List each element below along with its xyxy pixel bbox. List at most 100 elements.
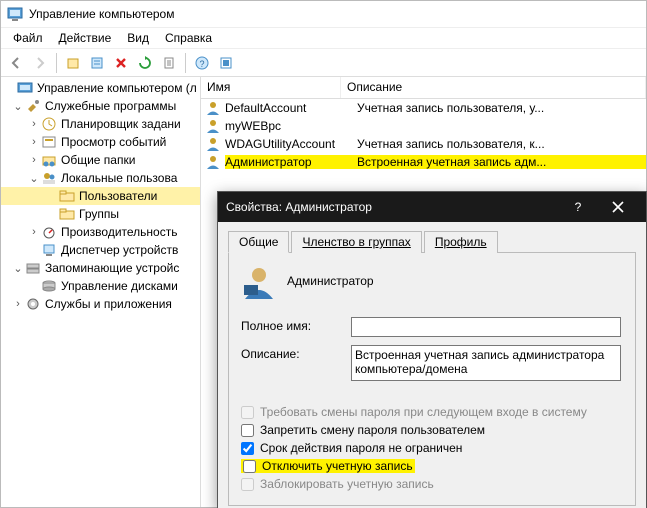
menu-action[interactable]: Действие — [51, 29, 120, 47]
check-neverexpires[interactable]: Срок действия пароля не ограничен — [241, 441, 623, 455]
tree-disk-mgmt[interactable]: Управление дисками — [1, 277, 200, 295]
window-title: Управление компьютером — [29, 7, 174, 21]
tree-label: Служебные программы — [45, 99, 176, 113]
cell-name: DefaultAccount — [225, 101, 357, 115]
back-button[interactable] — [5, 52, 27, 74]
description-input[interactable] — [351, 345, 621, 381]
user-header: Администратор — [241, 263, 623, 299]
column-description[interactable]: Описание — [341, 77, 646, 98]
twisty-closed-icon[interactable]: › — [27, 118, 41, 130]
tree-system-tools[interactable]: ⌄ Служебные программы — [1, 97, 200, 115]
help-button[interactable]: ? — [191, 52, 213, 74]
twisty-open-icon[interactable]: ⌄ — [11, 262, 25, 275]
check-mustchange: Требовать смены пароля при следующем вхо… — [241, 405, 623, 419]
check-label: Требовать смены пароля при следующем вхо… — [260, 405, 587, 419]
tab-general[interactable]: Общие — [228, 231, 289, 253]
tree-users[interactable]: Пользователи — [1, 187, 200, 205]
menu-file[interactable]: Файл — [5, 29, 51, 47]
tree-label: Запоминающие устройс — [45, 261, 179, 275]
check-locked: Заблокировать учетную запись — [241, 477, 623, 491]
twisty-closed-icon[interactable]: › — [11, 298, 25, 310]
tree-performance[interactable]: › Производительность — [1, 223, 200, 241]
user-icon — [205, 154, 221, 170]
device-icon — [41, 242, 57, 258]
check-disabled[interactable]: Отключить учетную запись — [241, 459, 623, 473]
checkbox-mustchange — [241, 406, 254, 419]
tree-label: Службы и приложения — [45, 297, 172, 311]
clock-icon — [41, 116, 57, 132]
list-row[interactable]: myWEBpc — [201, 117, 646, 135]
folder-icon — [59, 188, 75, 204]
user-icon — [205, 118, 221, 134]
close-button[interactable] — [598, 192, 638, 222]
list-row[interactable]: DefaultAccount Учетная запись пользовате… — [201, 99, 646, 117]
checkbox-neverexpires[interactable] — [241, 442, 254, 455]
list-row[interactable]: Администратор Встроенная учетная запись … — [201, 153, 646, 171]
title-bar: Управление компьютером — [1, 1, 646, 27]
description-row: Описание: — [241, 345, 623, 381]
list-header: Имя Описание — [201, 77, 646, 99]
tree-services[interactable]: › Службы и приложения — [1, 295, 200, 313]
new-button[interactable] — [62, 52, 84, 74]
twisty-closed-icon[interactable]: › — [27, 226, 41, 238]
tree-label: Управление компьютером (л — [37, 81, 197, 95]
disk-icon — [41, 278, 57, 294]
tree-label: Управление дисками — [61, 279, 178, 293]
tab-profile[interactable]: Профиль — [424, 231, 498, 253]
event-icon — [41, 134, 57, 150]
cell-desc: Учетная запись пользователя, к... — [357, 137, 646, 151]
toolbar: ? — [1, 49, 646, 77]
tree-label: Общие папки — [61, 153, 135, 167]
tree-root[interactable]: Управление компьютером (л — [1, 79, 200, 97]
list-row[interactable]: WDAGUtilityAccount Учетная запись пользо… — [201, 135, 646, 153]
menu-bar: Файл Действие Вид Справка — [1, 27, 646, 49]
dialog-body: Общие Членство в группах Профиль Админис… — [218, 222, 646, 508]
storage-icon — [25, 260, 41, 276]
tree-event-viewer[interactable]: › Просмотр событий — [1, 133, 200, 151]
user-icon — [205, 136, 221, 152]
menu-help[interactable]: Справка — [157, 29, 220, 47]
forward-button[interactable] — [29, 52, 51, 74]
tree-task-scheduler[interactable]: › Планировщик задани — [1, 115, 200, 133]
tab-memberof[interactable]: Членство в группах — [291, 231, 421, 253]
cell-name: WDAGUtilityAccount — [225, 137, 357, 151]
tree-label: Группы — [79, 207, 119, 221]
dialog-title-bar[interactable]: Свойства: Администратор ? — [218, 192, 646, 222]
checkbox-cannotchange[interactable] — [241, 424, 254, 437]
help-button[interactable]: ? — [558, 192, 598, 222]
check-cannotchange[interactable]: Запретить смену пароля пользователем — [241, 423, 623, 437]
tree-storage[interactable]: ⌄ Запоминающие устройс — [1, 259, 200, 277]
tree-groups[interactable]: Группы — [1, 205, 200, 223]
tree-local-users[interactable]: ⌄ Локальные пользова — [1, 169, 200, 187]
column-name[interactable]: Имя — [201, 77, 341, 98]
check-label: Заблокировать учетную запись — [260, 477, 434, 491]
action-button[interactable] — [215, 52, 237, 74]
check-label: Срок действия пароля не ограничен — [260, 441, 462, 455]
tree-label: Производительность — [61, 225, 177, 239]
refresh-button[interactable] — [134, 52, 156, 74]
fullname-input[interactable] — [351, 317, 621, 337]
twisty-closed-icon[interactable]: › — [27, 136, 41, 148]
checkbox-disabled[interactable] — [243, 460, 256, 473]
share-icon — [41, 152, 57, 168]
twisty-open-icon[interactable]: ⌄ — [11, 100, 25, 113]
tree-device-manager[interactable]: Диспетчер устройств — [1, 241, 200, 259]
tree-label: Локальные пользова — [61, 171, 177, 185]
tree-shared-folders[interactable]: › Общие папки — [1, 151, 200, 169]
export-button[interactable] — [158, 52, 180, 74]
properties-button[interactable] — [86, 52, 108, 74]
tabs: Общие Членство в группах Профиль — [228, 230, 636, 253]
delete-button[interactable] — [110, 52, 132, 74]
cell-name: Администратор — [225, 155, 357, 169]
twisty-open-icon[interactable]: ⌄ — [27, 172, 41, 185]
tree-label: Просмотр событий — [61, 135, 166, 149]
cell-name: myWEBpc — [225, 119, 357, 133]
menu-view[interactable]: Вид — [119, 29, 157, 47]
perf-icon — [41, 224, 57, 240]
fullname-row: Полное имя: — [241, 317, 623, 337]
twisty-closed-icon[interactable]: › — [27, 154, 41, 166]
tree-panel[interactable]: Управление компьютером (л ⌄ Служебные пр… — [1, 77, 201, 507]
folder-icon — [59, 206, 75, 222]
app-icon — [7, 6, 23, 22]
cell-desc: Встроенная учетная запись адм... — [357, 155, 646, 169]
